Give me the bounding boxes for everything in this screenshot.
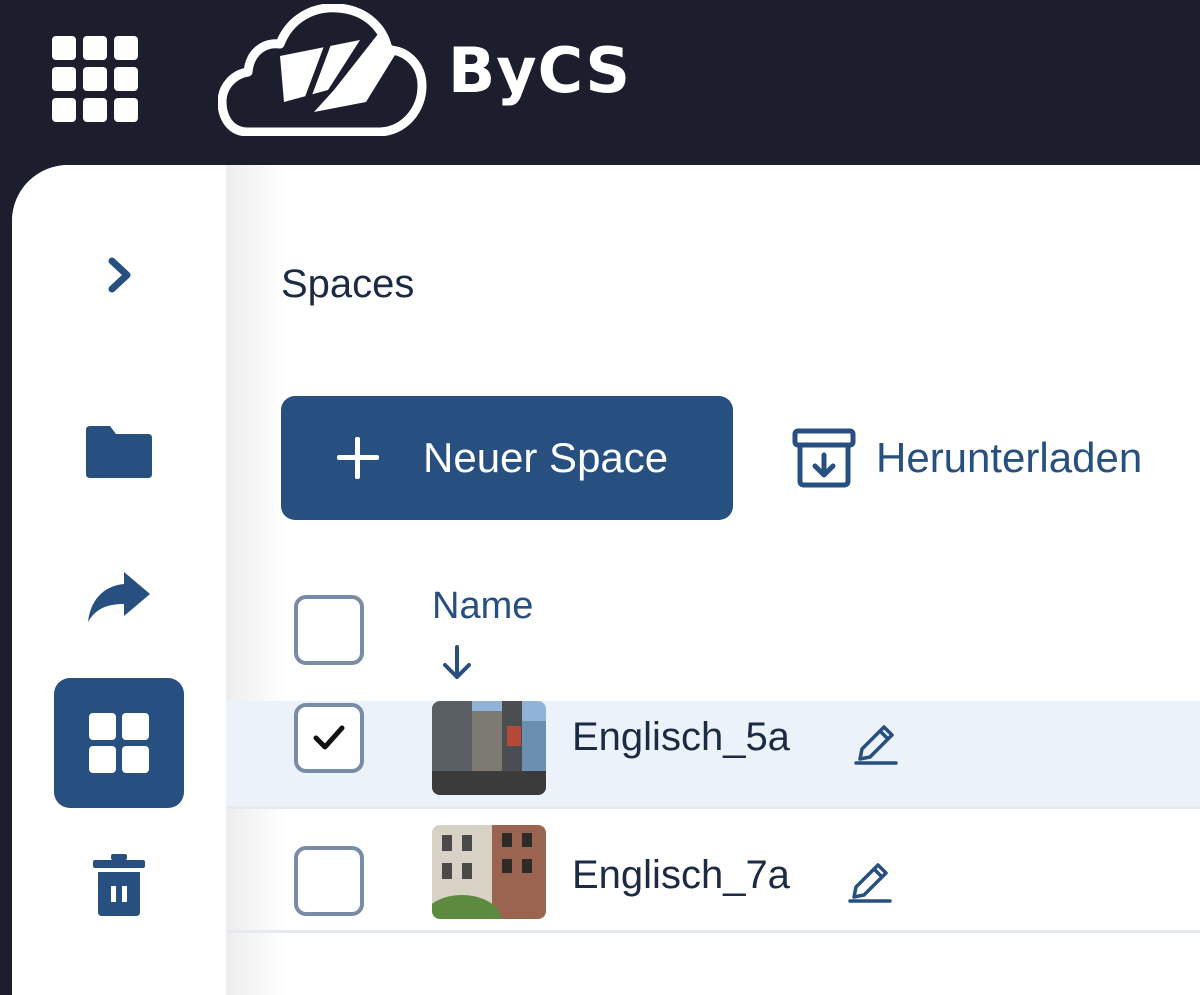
app-surface: Spaces Neuer Space Herunterladen Name En… [12, 165, 1200, 995]
app-launcher-icon[interactable] [52, 36, 138, 122]
page-title: Spaces [281, 262, 415, 306]
archive-download-icon [792, 428, 856, 488]
brand-name: ByCS [448, 33, 631, 107]
table-row[interactable]: Englisch_7a [226, 825, 1200, 933]
download-label: Herunterladen [876, 434, 1143, 481]
spaces-grid-icon [89, 713, 149, 773]
row-checkbox[interactable] [294, 846, 364, 916]
select-all-checkbox[interactable] [294, 595, 364, 665]
column-header-name[interactable]: Name [432, 585, 533, 628]
table-header: Name [226, 575, 1200, 703]
sidebar-item-files[interactable] [54, 387, 184, 517]
sidebar [12, 165, 226, 995]
share-icon [88, 572, 150, 622]
new-space-button[interactable]: Neuer Space [281, 396, 733, 520]
row-checkbox[interactable] [294, 703, 364, 773]
download-button[interactable]: Herunterladen [792, 423, 1142, 493]
bycs-logo[interactable]: ByCS [218, 4, 648, 136]
edit-pencil-icon[interactable] [846, 857, 894, 905]
checkmark-icon [313, 725, 345, 750]
space-name[interactable]: Englisch_5a [572, 715, 790, 760]
sort-down-arrow-icon[interactable] [440, 643, 474, 683]
sidebar-item-shares[interactable] [54, 531, 184, 661]
table-row[interactable]: Englisch_5a [226, 701, 1200, 809]
folder-icon [86, 426, 152, 478]
space-thumbnail[interactable] [432, 701, 546, 795]
top-bar: ByCS [0, 0, 1200, 165]
cloud-logo-icon [218, 4, 427, 136]
main-content: Spaces Neuer Space Herunterladen Name En… [226, 165, 1200, 995]
new-space-label: Neuer Space [423, 434, 669, 481]
expand-sidebar-button[interactable] [54, 210, 184, 340]
space-name[interactable]: Englisch_7a [572, 853, 790, 898]
sidebar-item-spaces[interactable] [54, 678, 184, 808]
chevron-right-icon [108, 257, 131, 293]
edit-pencil-icon[interactable] [852, 719, 900, 767]
trash-icon [93, 854, 145, 916]
plus-icon [333, 433, 383, 483]
sidebar-item-trash[interactable] [54, 820, 184, 950]
space-thumbnail[interactable] [432, 825, 546, 919]
